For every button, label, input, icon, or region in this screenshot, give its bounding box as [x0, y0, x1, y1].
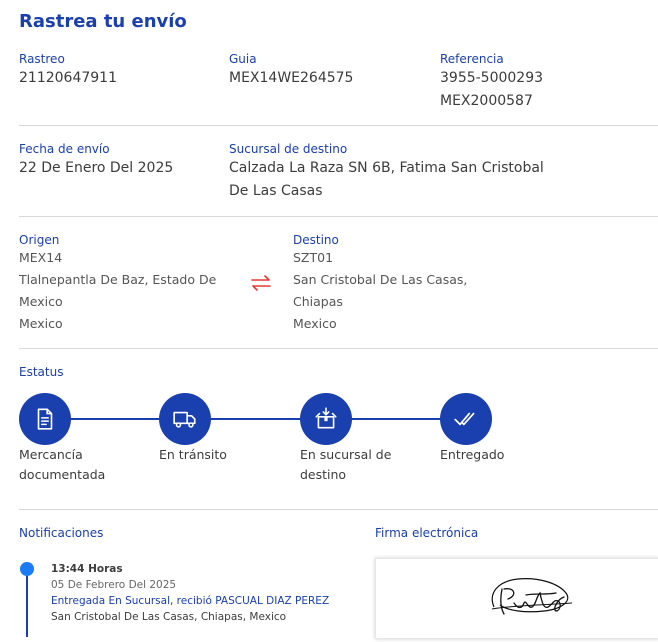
- step-documented: [19, 393, 71, 445]
- guide-label: Guia: [229, 52, 257, 66]
- notification-time: 13:44 Horas: [51, 563, 123, 575]
- notification-event: Entregada En Sucursal, recibió PASCUAL D…: [51, 595, 330, 607]
- divider: [19, 509, 658, 510]
- signature-label: Firma electrónica: [375, 526, 479, 540]
- truck-icon: [173, 411, 196, 428]
- double-check-icon: [454, 412, 475, 426]
- step-label-delivered: Entregado: [440, 447, 505, 462]
- reference-value-1: 3955-5000293: [440, 70, 544, 86]
- divider: [19, 125, 658, 126]
- status-progress-line: [45, 418, 465, 420]
- page-title: Rastrea tu envío: [19, 11, 187, 32]
- reference-label: Referencia: [440, 52, 504, 66]
- tracking-label: Rastreo: [19, 52, 65, 66]
- tracking-value: 21120647911: [19, 70, 117, 86]
- divider: [19, 216, 658, 217]
- swap-arrows-icon: [251, 275, 271, 291]
- origin-country: Mexico: [19, 316, 63, 331]
- origin-line-1: Tlalnepantla De Baz, Estado De: [19, 272, 217, 287]
- handwritten-signature: [491, 578, 573, 615]
- package-icon: [315, 407, 337, 429]
- origin-code: MEX14: [19, 250, 63, 265]
- ship-date-label: Fecha de envío: [19, 142, 110, 156]
- ship-date-value: 22 De Enero Del 2025: [19, 160, 174, 176]
- notification-date: 05 De Febrero Del 2025: [51, 579, 177, 591]
- origin-label: Origen: [19, 233, 60, 247]
- destination-line-1: San Cristobal De Las Casas,: [293, 272, 468, 287]
- destination-label: Destino: [293, 233, 339, 247]
- step-label-in-transit: En tránsito: [159, 447, 227, 462]
- status-label: Estatus: [19, 365, 64, 379]
- reference-value-2: MEX2000587: [440, 93, 533, 109]
- destination-code: SZT01: [293, 250, 334, 265]
- step-at-branch: [300, 393, 352, 445]
- destination-line-2: Chiapas: [293, 294, 343, 309]
- notification-location: San Cristobal De Las Casas, Chiapas, Mex…: [51, 611, 287, 623]
- signature-box: [375, 558, 658, 639]
- divider: [19, 348, 658, 349]
- step-label-documented: Mercancía documentada: [19, 447, 106, 482]
- step-delivered: [440, 393, 492, 445]
- step-in-transit: [159, 393, 211, 445]
- branch-label: Sucursal de destino: [229, 142, 348, 156]
- timeline-dot: [20, 562, 34, 576]
- guide-value: MEX14WE264575: [229, 70, 354, 86]
- branch-value-1: Calzada La Raza SN 6B, Fatima San Cristo…: [229, 160, 544, 176]
- notifications-label: Notificaciones: [19, 526, 104, 540]
- branch-value-2: De Las Casas: [229, 183, 323, 199]
- destination-country: Mexico: [293, 316, 337, 331]
- timeline-line: [26, 568, 28, 637]
- origin-line-2: Mexico: [19, 294, 63, 309]
- document-icon: [37, 408, 53, 430]
- step-label-at-branch: En sucursal de destino: [300, 447, 392, 482]
